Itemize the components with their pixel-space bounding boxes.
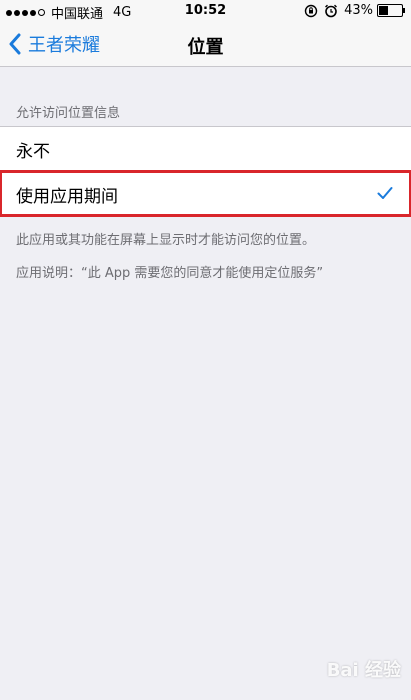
option-never[interactable]: 永不 xyxy=(0,127,411,171)
status-right: 43% xyxy=(304,3,405,18)
rotation-lock-icon xyxy=(304,4,318,17)
section-header: 允许访问位置信息 xyxy=(16,106,121,121)
location-options-list: 永不 使用应用期间 xyxy=(0,126,411,217)
navigation-bar: 王者荣耀 位置 xyxy=(0,22,411,67)
watermark-text: Bai 经验 xyxy=(326,660,401,681)
baidu-jingyan-watermark: Bai 经验 xyxy=(327,656,401,682)
status-bar: 中国联通 4G 10:52 43% xyxy=(0,0,411,22)
footer-note: 此应用或其功能在屏幕上显示时才能访问您的位置。 xyxy=(16,233,316,248)
option-label: 使用应用期间 xyxy=(16,186,118,207)
alarm-icon xyxy=(325,4,338,17)
battery-fill xyxy=(379,6,388,15)
option-while-using[interactable]: 使用应用期间 xyxy=(0,170,411,217)
app-explanation: 应用说明：“此 App 需要您的同意才能使用定位服务” xyxy=(16,266,324,281)
page-title: 位置 xyxy=(187,37,224,58)
checkmark-icon xyxy=(377,187,393,199)
battery-icon xyxy=(377,4,405,17)
option-label: 永不 xyxy=(16,141,50,162)
battery-percent: 43% xyxy=(344,3,373,18)
